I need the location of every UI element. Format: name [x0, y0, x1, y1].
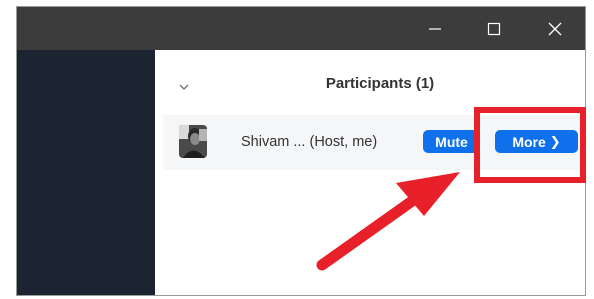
maximize-icon	[487, 22, 501, 35]
participant-name: Shivam ... (Host, me)	[241, 134, 378, 150]
more-button-label: More	[512, 133, 546, 150]
mute-button[interactable]: Mute	[423, 130, 480, 153]
maximize-button[interactable]	[466, 7, 522, 50]
chevron-right-icon: ❯	[549, 134, 561, 149]
participant-row[interactable]: Shivam ... (Host, me) Mute More ❯	[163, 115, 583, 170]
meeting-video-area	[17, 50, 155, 295]
minimize-button[interactable]	[407, 7, 463, 50]
close-icon	[548, 22, 562, 35]
panel-title: Participants (1)	[325, 75, 435, 92]
more-button[interactable]: More ❯	[495, 130, 578, 153]
participants-panel: Participants (1) Shivam ... (Host, me) M…	[155, 50, 585, 295]
close-button[interactable]	[527, 7, 583, 50]
title-bar	[17, 7, 585, 50]
mute-button-label: Mute	[435, 133, 468, 150]
minimize-icon	[429, 27, 441, 30]
avatar	[179, 125, 207, 158]
app-window: Participants (1) Shivam ... (Host, me) M…	[16, 6, 586, 296]
